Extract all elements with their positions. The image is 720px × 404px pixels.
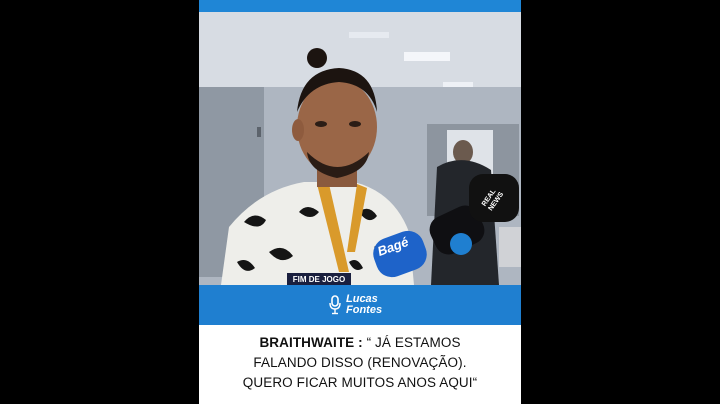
video-frame: Bagé REAL NEWS FIM DE JOGO Lucas Fontes … xyxy=(199,0,521,404)
top-accent-bar xyxy=(199,0,521,12)
microphone-icon xyxy=(329,295,341,315)
interview-scene-illustration xyxy=(199,12,521,285)
brand-name: Lucas Fontes xyxy=(346,294,382,316)
speaker-name: BRAITHWAITE : xyxy=(259,335,363,350)
quote-caption: BRAITHWAITE : “ JÁ ESTAMOS FALANDO DISSO… xyxy=(199,325,521,404)
quote-part-1: “ JÁ ESTAMOS xyxy=(362,335,461,350)
caption-line-2: FALANDO DISSO (RENOVAÇÃO). xyxy=(253,355,467,370)
brand-logo: Lucas Fontes xyxy=(329,293,382,317)
caption-line-3: QUERO FICAR MUITOS ANOS AQUI“ xyxy=(242,375,478,390)
caption-line-1: BRAITHWAITE : “ JÁ ESTAMOS xyxy=(199,333,521,353)
lower-third-label: FIM DE JOGO xyxy=(287,273,351,285)
brand-name-line2: Fontes xyxy=(346,304,383,316)
interview-photo: Bagé REAL NEWS FIM DE JOGO xyxy=(199,12,521,285)
